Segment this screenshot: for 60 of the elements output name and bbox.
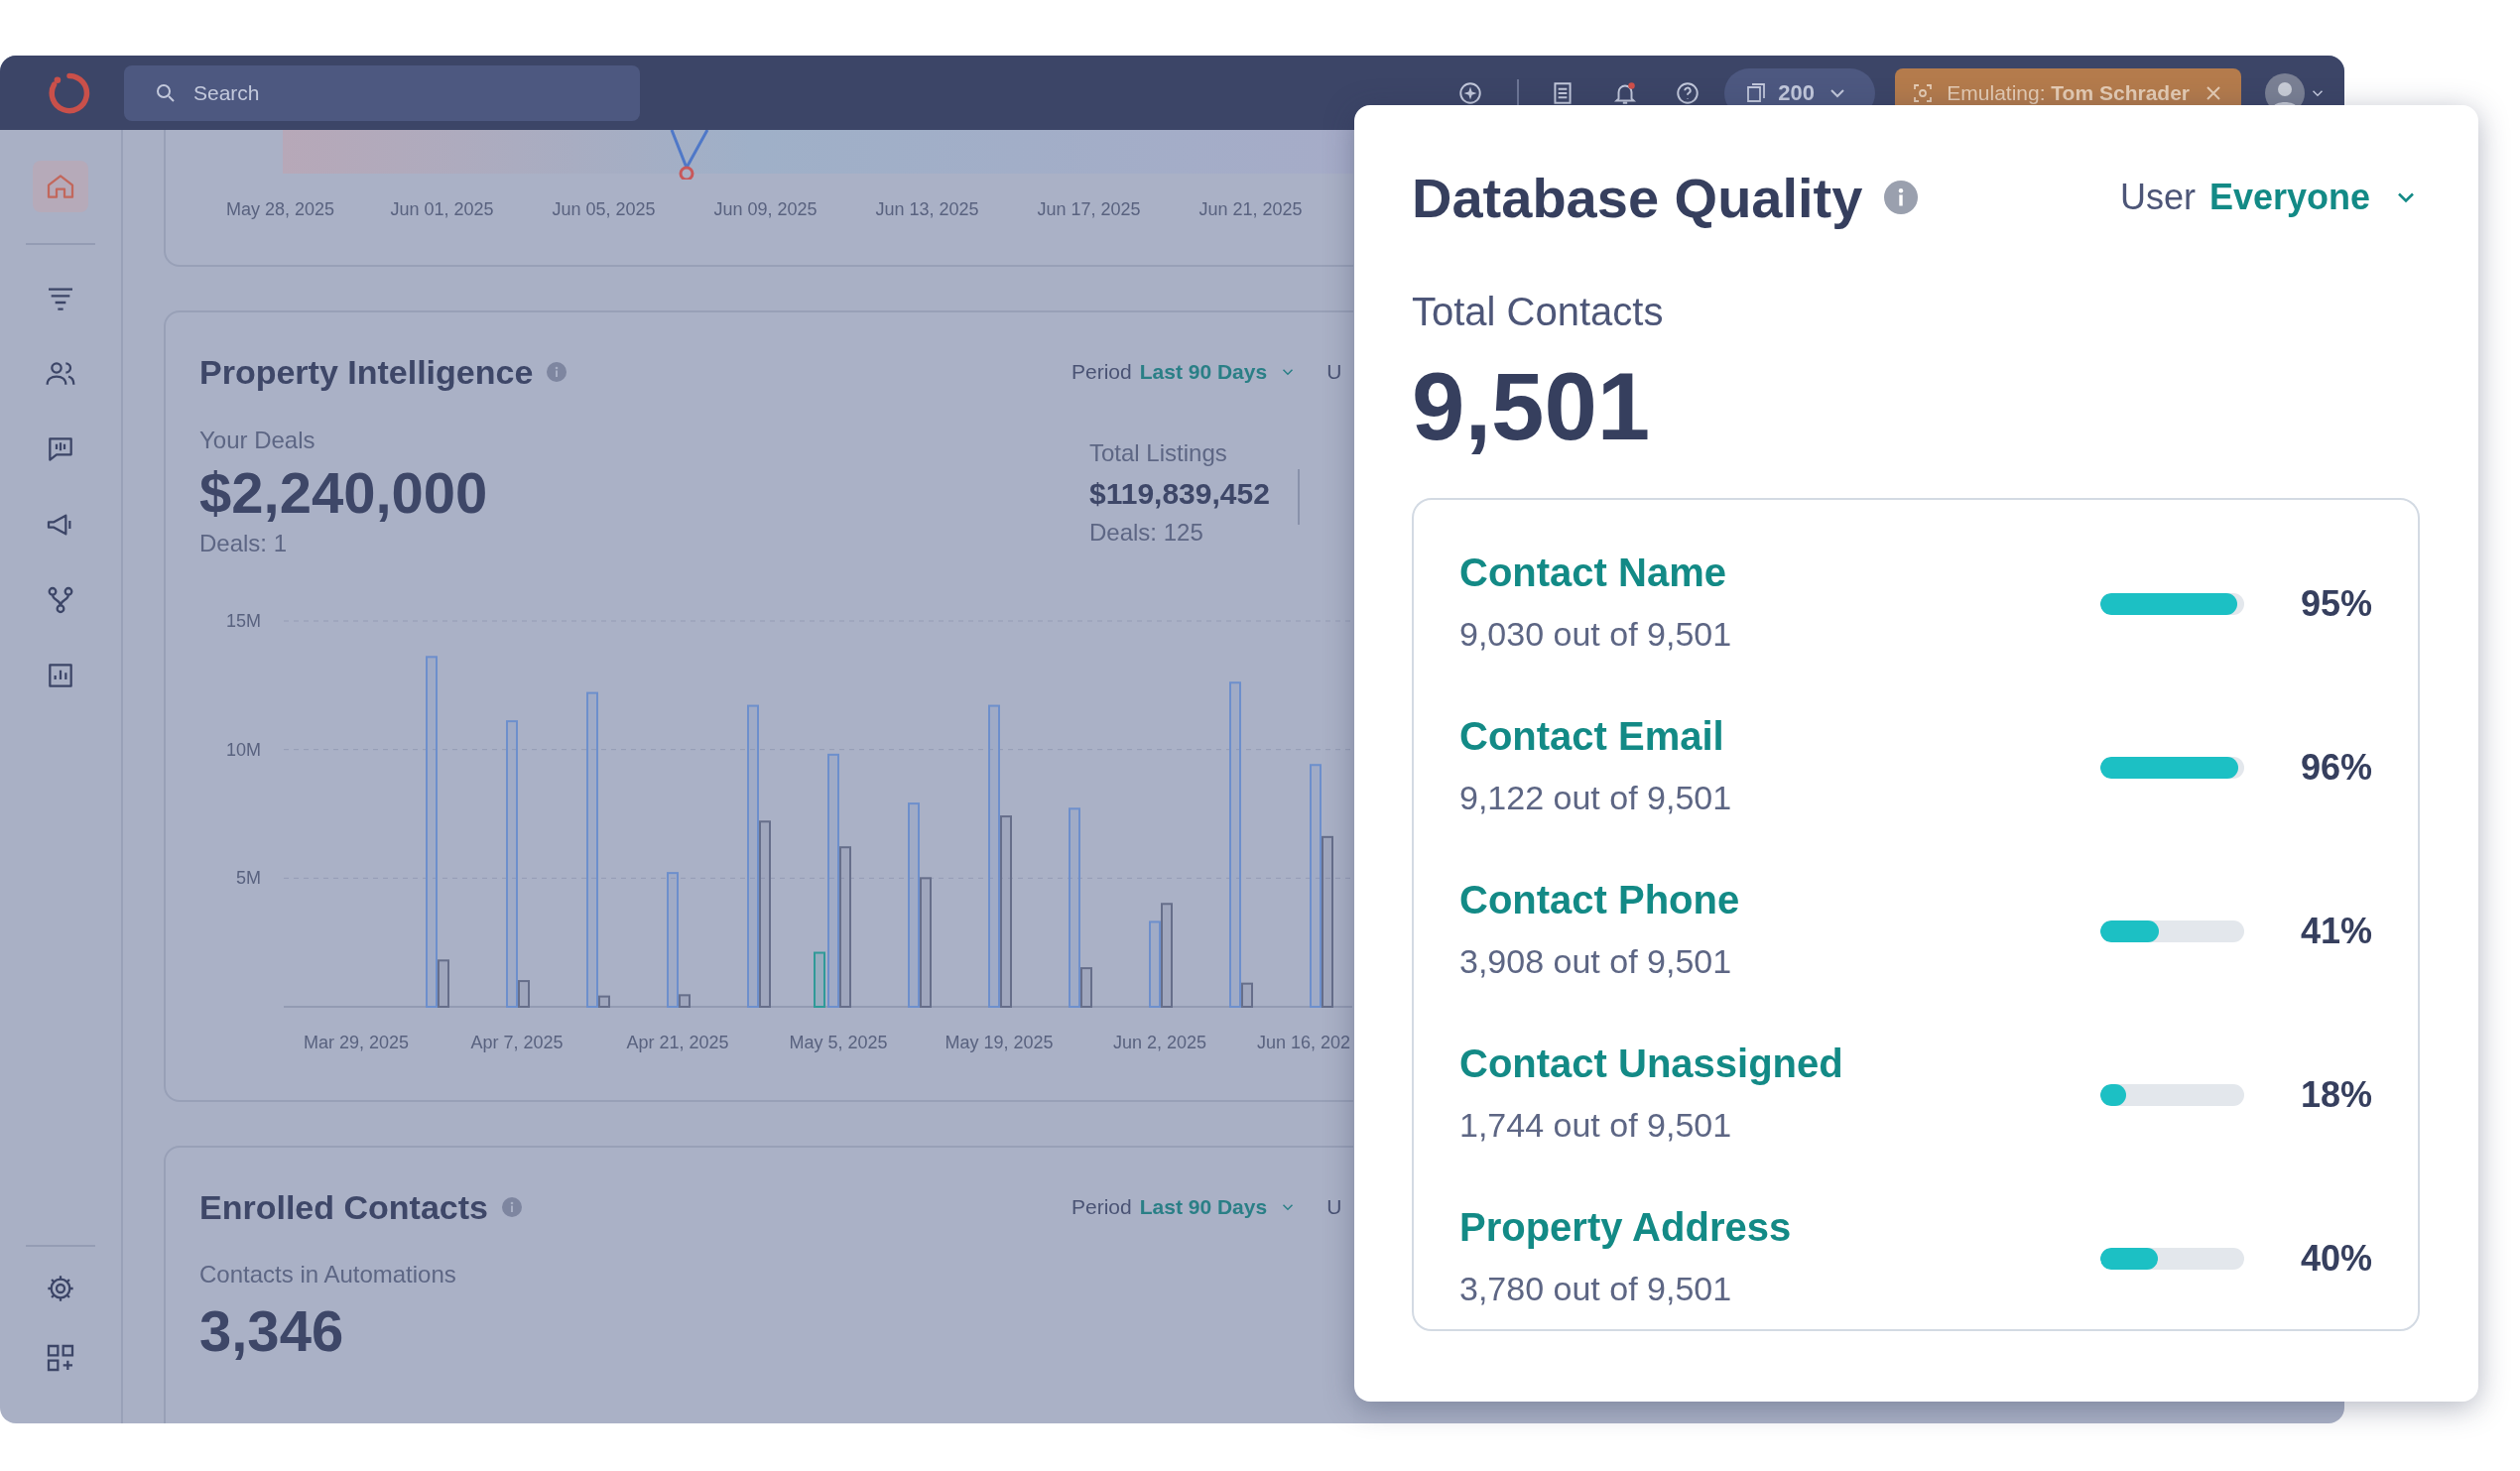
stat-label: Your Deals xyxy=(199,426,316,455)
stat-label: Contacts in Automations xyxy=(199,1260,457,1289)
metric-name: Contact Phone xyxy=(1459,877,1741,923)
axis-label: Mar 29, 2025 xyxy=(303,1033,410,1052)
total-label: Total Contacts xyxy=(1412,289,1665,335)
axis-label: Jun 01, 2025 xyxy=(389,198,495,221)
sparkle-icon[interactable] xyxy=(1457,79,1484,106)
panel-title: Database Quality xyxy=(1412,165,1863,230)
stat-value: $2,240,000 xyxy=(199,461,489,525)
axis-label: 5M xyxy=(236,868,261,889)
metric-name: Contact Unassigned xyxy=(1459,1041,1844,1087)
period-dropdown[interactable]: Period Last 90 Days xyxy=(1071,1195,1298,1219)
card-title: Enrolled Contacts xyxy=(199,1187,488,1227)
axis-label: Jun 2, 2025 xyxy=(1112,1033,1207,1052)
user-dropdown[interactable]: User Everyone xyxy=(2119,177,2420,218)
bell-icon[interactable] xyxy=(1612,79,1639,106)
period-dropdown[interactable]: Period Last 90 Days xyxy=(1071,360,1298,384)
metric-percent: 41% xyxy=(2299,910,2372,953)
axis-label: May 19, 2025 xyxy=(945,1033,1054,1052)
stat-value: $119,839,452 xyxy=(1089,476,1270,512)
axis-label: Jun 17, 2025 xyxy=(1036,198,1142,221)
search-input[interactable]: Search xyxy=(191,79,592,106)
metric-detail: 1,744 out of 9,501 xyxy=(1459,1105,1733,1146)
stat-label: Total Listings xyxy=(1089,438,1228,468)
metric-percent: 96% xyxy=(2299,746,2372,790)
search-field[interactable]: Search xyxy=(124,64,640,121)
metric-percent: 18% xyxy=(2299,1073,2372,1117)
info-icon[interactable] xyxy=(1884,181,1919,214)
axis-label: Jun 21, 2025 xyxy=(1197,198,1304,221)
axis-label: Jun 09, 2025 xyxy=(712,198,819,221)
axis-label: Jun 16, 202 xyxy=(1256,1033,1350,1052)
total-value: 9,501 xyxy=(1412,355,1652,458)
user-label: U xyxy=(1326,360,1342,384)
chevron-down-icon xyxy=(1830,88,1844,97)
card-title: Property Intelligence xyxy=(199,352,534,392)
axis-label: Jun 13, 2025 xyxy=(874,198,980,221)
metric-percent: 40% xyxy=(2299,1237,2372,1281)
apps-icon[interactable] xyxy=(45,1342,76,1374)
axis-label: May 28, 2025 xyxy=(224,198,336,221)
metric-detail: 9,122 out of 9,501 xyxy=(1459,778,1733,818)
axis-label: 10M xyxy=(226,739,261,760)
stat-count: Deals: 1 xyxy=(199,529,289,558)
axis-label: Apr 7, 2025 xyxy=(470,1033,564,1052)
settings-icon[interactable] xyxy=(45,1273,76,1304)
axis-label: Jun 05, 2025 xyxy=(551,198,657,221)
axis-label: Apr 21, 2025 xyxy=(626,1033,729,1052)
metric-name: Contact Name xyxy=(1459,550,1727,596)
user-label: U xyxy=(1326,1195,1342,1219)
metric-name: Contact Email xyxy=(1459,713,1725,760)
stat-count: Deals: 125 xyxy=(1089,518,1204,548)
chart-bar xyxy=(814,951,825,1008)
metric-detail: 9,030 out of 9,501 xyxy=(1459,614,1733,655)
metric-name: Property Address xyxy=(1459,1204,1793,1251)
metric-detail: 3,780 out of 9,501 xyxy=(1459,1269,1733,1309)
help-icon[interactable] xyxy=(1675,79,1701,106)
stat-value: 3,346 xyxy=(199,1299,345,1363)
metric-detail: 3,908 out of 9,501 xyxy=(1459,941,1733,982)
axis-label: May 5, 2025 xyxy=(789,1033,888,1052)
axis-label: 15M xyxy=(226,611,261,631)
metric-percent: 95% xyxy=(2299,582,2372,626)
